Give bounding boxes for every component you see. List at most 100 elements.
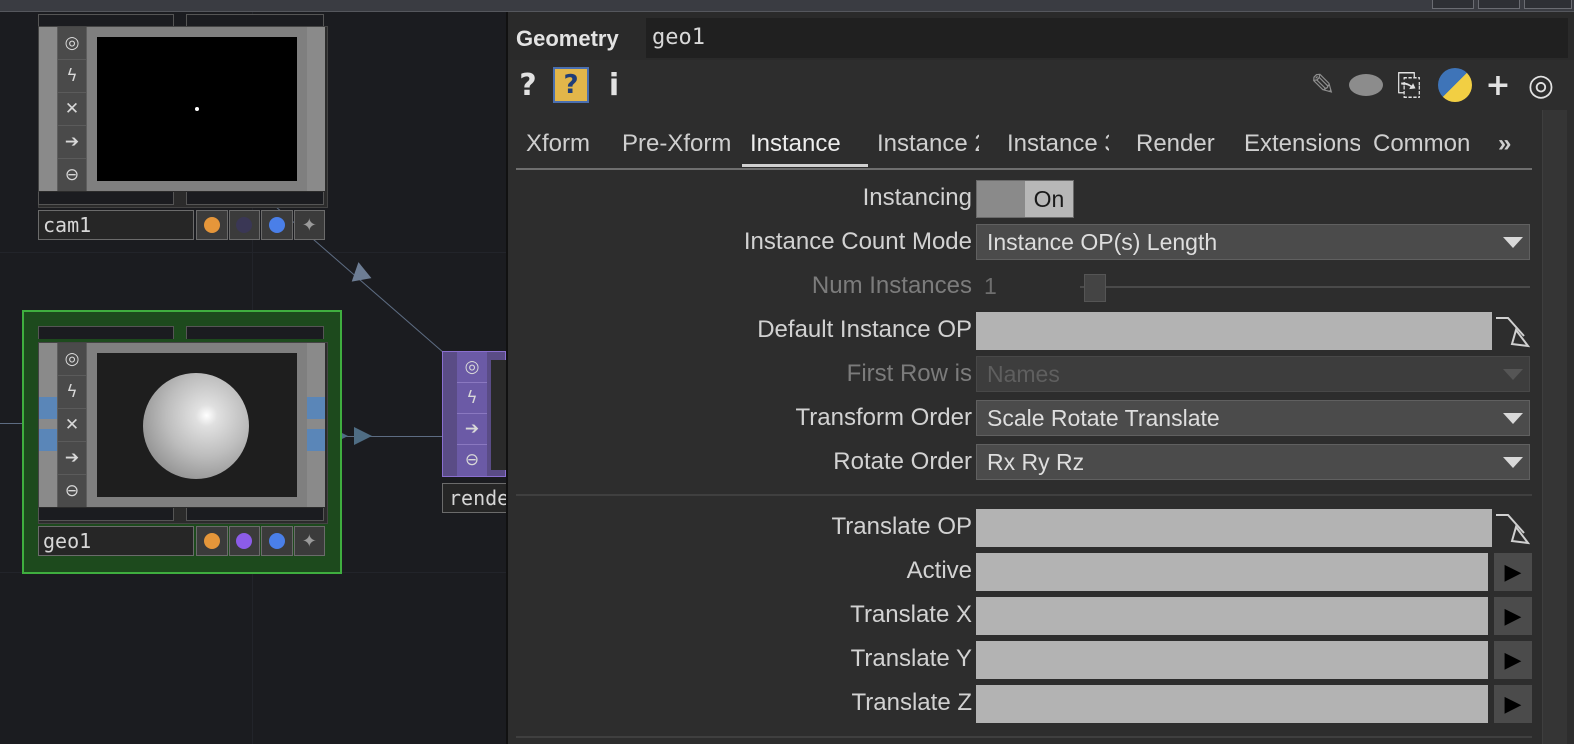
lock-icon[interactable]: ⊖ <box>457 445 487 475</box>
slider-handle[interactable] <box>1084 274 1106 302</box>
python-icon[interactable] <box>1436 66 1474 104</box>
param-label: Translate X <box>850 601 972 628</box>
param-translate-x: Translate X ▶ <box>508 595 1538 635</box>
viewer-toggle-icon[interactable]: ◎ <box>58 27 86 60</box>
node-flag-button[interactable] <box>261 526 293 556</box>
network-editor[interactable]: ◎ ϟ ✕ ➔ ⊖ cam1 ✦ ◎ ϟ ✕ ➔ ⊖ geo1 ✦ ◎ ϟ ➔ … <box>0 12 506 744</box>
bypass-icon[interactable]: ✕ <box>58 93 86 126</box>
target-icon[interactable]: ◎ <box>1522 66 1560 104</box>
wire-geo-to-render[interactable] <box>330 436 450 437</box>
translate-y-field[interactable] <box>976 641 1488 679</box>
tab-instance[interactable]: Instance <box>750 130 866 158</box>
minimize-button[interactable] <box>1432 0 1474 9</box>
more-tabs-button[interactable]: » <box>1498 130 1528 158</box>
plus-icon[interactable]: + <box>1480 66 1516 104</box>
node-input-connector[interactable] <box>39 397 57 419</box>
viewer-toggle-icon[interactable]: ◎ <box>58 343 86 376</box>
node-output-connector[interactable] <box>307 397 325 419</box>
dropdown-value: Scale Rotate Translate <box>987 405 1220 431</box>
cook-icon[interactable]: ϟ <box>58 60 86 93</box>
param-label: Translate Y <box>850 645 972 672</box>
tab-xform[interactable]: Xform <box>526 130 610 158</box>
node-flag-button[interactable] <box>261 210 293 240</box>
instancing-toggle[interactable]: On <box>976 180 1074 218</box>
expand-arrow-icon[interactable]: ▶ <box>1494 553 1532 591</box>
translate-op-field[interactable] <box>976 509 1492 547</box>
cook-icon[interactable]: ϟ <box>58 376 86 409</box>
cook-icon[interactable]: ϟ <box>457 383 487 414</box>
panel-header: Geometry geo1 <box>508 12 1574 60</box>
operator-name-field[interactable]: geo1 <box>646 18 1568 58</box>
expand-arrow-icon[interactable]: ▶ <box>1494 597 1532 635</box>
tab-pre-xform[interactable]: Pre-Xform <box>622 130 738 158</box>
tab-instance-2[interactable]: Instance 2 <box>877 130 979 158</box>
title-bar <box>0 0 1574 12</box>
tab-instance-3[interactable]: Instance 3 <box>1007 130 1109 158</box>
node-body: ◎ ϟ ➔ ⊖ <box>442 351 506 477</box>
info-icon[interactable]: i <box>604 66 624 104</box>
translate-x-field[interactable] <box>976 597 1488 635</box>
instance-count-mode-dropdown[interactable]: Instance OP(s) Length <box>976 224 1530 260</box>
tab-render[interactable]: Render <box>1136 130 1232 158</box>
dropdown-value: Rx Ry Rz <box>987 449 1085 475</box>
node-render[interactable]: ◎ ϟ ➔ ⊖ rende <box>442 351 506 521</box>
first-row-is-dropdown[interactable]: Names <box>976 356 1530 392</box>
node-side <box>39 343 57 507</box>
expand-arrow-icon[interactable]: ▶ <box>1494 685 1532 723</box>
node-name-label[interactable]: geo1 <box>38 526 194 556</box>
param-label: Instance Count Mode <box>743 228 972 255</box>
node-flag-button[interactable] <box>228 526 260 556</box>
num-instances-slider[interactable] <box>1080 286 1530 288</box>
python-help-icon[interactable]: ? <box>552 66 590 104</box>
num-instances-field[interactable]: 1 <box>984 266 997 306</box>
node-input-connector[interactable] <box>39 429 57 451</box>
node-input-tab <box>38 326 174 339</box>
lock-icon[interactable]: ⊖ <box>58 475 86 507</box>
viewer-toggle-icon[interactable]: ◎ <box>457 352 487 383</box>
tab-extensions[interactable]: Extensions <box>1244 130 1360 158</box>
drop-operator-icon[interactable] <box>1494 511 1530 545</box>
node-name-label[interactable]: rende <box>442 483 506 513</box>
bypass-icon[interactable]: ✕ <box>58 409 86 442</box>
panel-scrollbar[interactable] <box>1542 110 1567 744</box>
param-translate-op: Translate OP <box>508 507 1538 547</box>
node-flag-button[interactable]: ✦ <box>293 210 325 240</box>
param-label: Translate Z <box>851 689 972 716</box>
node-flag-button[interactable] <box>196 210 228 240</box>
display-icon[interactable]: ➔ <box>457 414 487 445</box>
default-instance-op-field[interactable] <box>976 312 1492 350</box>
node-viewer <box>491 360 506 470</box>
param-label: Num Instances <box>811 272 972 299</box>
lock-icon[interactable]: ⊖ <box>58 159 86 191</box>
tab-common[interactable]: Common <box>1373 130 1489 158</box>
node-flag-button[interactable] <box>228 210 260 240</box>
drop-operator-icon[interactable] <box>1494 314 1530 348</box>
help-icon[interactable]: ? <box>514 66 542 104</box>
param-num-instances: Num Instances 1 <box>508 266 1538 306</box>
active-field[interactable] <box>976 553 1488 591</box>
dropdown-value: Names <box>987 361 1060 387</box>
display-icon[interactable]: ➔ <box>58 126 86 159</box>
node-output-tab <box>186 508 324 521</box>
comment-icon[interactable] <box>1346 66 1386 104</box>
param-label: Default Instance OP <box>757 316 972 343</box>
node-flag-button[interactable] <box>196 526 228 556</box>
clipboard-icon[interactable]: ⎘ <box>1390 66 1428 104</box>
translate-z-field[interactable] <box>976 685 1488 723</box>
rotate-order-dropdown[interactable]: Rx Ry Rz <box>976 444 1530 480</box>
camera-preview <box>97 37 297 181</box>
param-transform-order: Transform Order Scale Rotate Translate <box>508 398 1538 438</box>
node-output-connector[interactable] <box>307 429 325 451</box>
pencil-icon[interactable]: ✎ <box>1306 66 1340 104</box>
expand-arrow-icon[interactable]: ▶ <box>1494 641 1532 679</box>
maximize-button[interactable] <box>1478 0 1520 9</box>
node-body: ◎ ϟ ✕ ➔ ⊖ <box>38 342 328 524</box>
param-label: Active <box>906 557 972 584</box>
node-name-label[interactable]: cam1 <box>38 210 194 240</box>
pin-icon: ✦ <box>301 214 317 236</box>
transform-order-dropdown[interactable]: Scale Rotate Translate <box>976 400 1530 436</box>
param-translate-y: Translate Y ▶ <box>508 639 1538 679</box>
close-button[interactable] <box>1524 0 1572 9</box>
node-flag-button[interactable]: ✦ <box>293 526 325 556</box>
display-icon[interactable]: ➔ <box>58 442 86 475</box>
